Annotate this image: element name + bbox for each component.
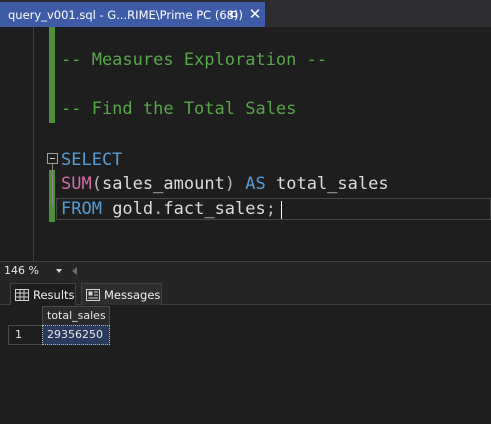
code-token-punct: ; (265, 199, 276, 219)
sql-editor[interactable]: -- Measures Exploration -- -- Find the T… (0, 27, 491, 261)
code-line: -- Find the Total Sales (61, 98, 296, 120)
code-line: -- Measures Exploration -- (61, 49, 327, 71)
code-token-punct: ) (224, 174, 236, 194)
row-header[interactable]: 1 (8, 325, 43, 345)
code-token-comment: -- Find the Total Sales (61, 99, 297, 119)
code-line: SELECT (61, 149, 122, 171)
column-header-label: total_sales (47, 309, 106, 322)
code-token-identifier: total_sales (276, 174, 389, 194)
gutter-divider (33, 27, 34, 261)
zoom-level: 146 % (4, 264, 39, 277)
scroll-left-icon[interactable] (72, 267, 77, 275)
query-tab-title: query_v001.sql - G...RIME\Prime PC (68)) (8, 7, 243, 22)
code-token-identifier: fact_sales (163, 199, 266, 219)
grid-corner (8, 306, 42, 325)
code-token-function: SUM (61, 174, 92, 194)
column-header[interactable]: total_sales (42, 306, 110, 326)
document-tab-strip: query_v001.sql - G...RIME\Prime PC (68))… (0, 0, 491, 27)
code-token-keyword: AS (235, 174, 276, 194)
code-token-identifier: gold (112, 199, 154, 219)
code-token-punct: ( (91, 174, 102, 194)
editor-status-bar: 146 % (0, 261, 491, 280)
results-panel: Results Messages (0, 280, 491, 424)
change-indicator (49, 27, 55, 123)
code-line: FROM gold.fact_sales; (61, 198, 276, 220)
code-token-keyword: SELECT (61, 150, 123, 170)
code-token-comment: -- Measures Exploration -- (61, 50, 328, 70)
tab-results[interactable]: Results (10, 283, 76, 305)
query-tab[interactable]: query_v001.sql - G...RIME\Prime PC (68))… (0, 2, 265, 27)
zoom-dropdown[interactable]: 146 % (4, 263, 64, 279)
messages-icon (86, 288, 100, 301)
results-grid[interactable]: total_sales 1 29356250 (8, 306, 118, 346)
collapse-icon[interactable] (47, 153, 58, 164)
tab-messages-label: Messages (104, 287, 161, 302)
code-token-keyword: FROM (61, 199, 113, 219)
close-icon[interactable]: ✕ (248, 6, 262, 22)
code-token-punct: . (153, 199, 164, 219)
fold-guide (52, 164, 53, 206)
row-number: 1 (15, 328, 22, 341)
chevron-down-icon[interactable] (56, 269, 62, 273)
text-caret (281, 201, 282, 219)
pin-icon[interactable] (226, 7, 240, 21)
grid-icon (15, 288, 29, 301)
cell-value: 29356250 (47, 328, 103, 341)
tab-messages[interactable]: Messages (81, 283, 162, 305)
results-tab-strip: Results Messages (0, 280, 491, 305)
table-cell[interactable]: 29356250 (42, 325, 110, 345)
code-token-identifier: sales_amount (101, 174, 225, 194)
tab-results-label: Results (33, 287, 75, 302)
code-line: SUM(sales_amount) AS total_sales (61, 173, 389, 195)
